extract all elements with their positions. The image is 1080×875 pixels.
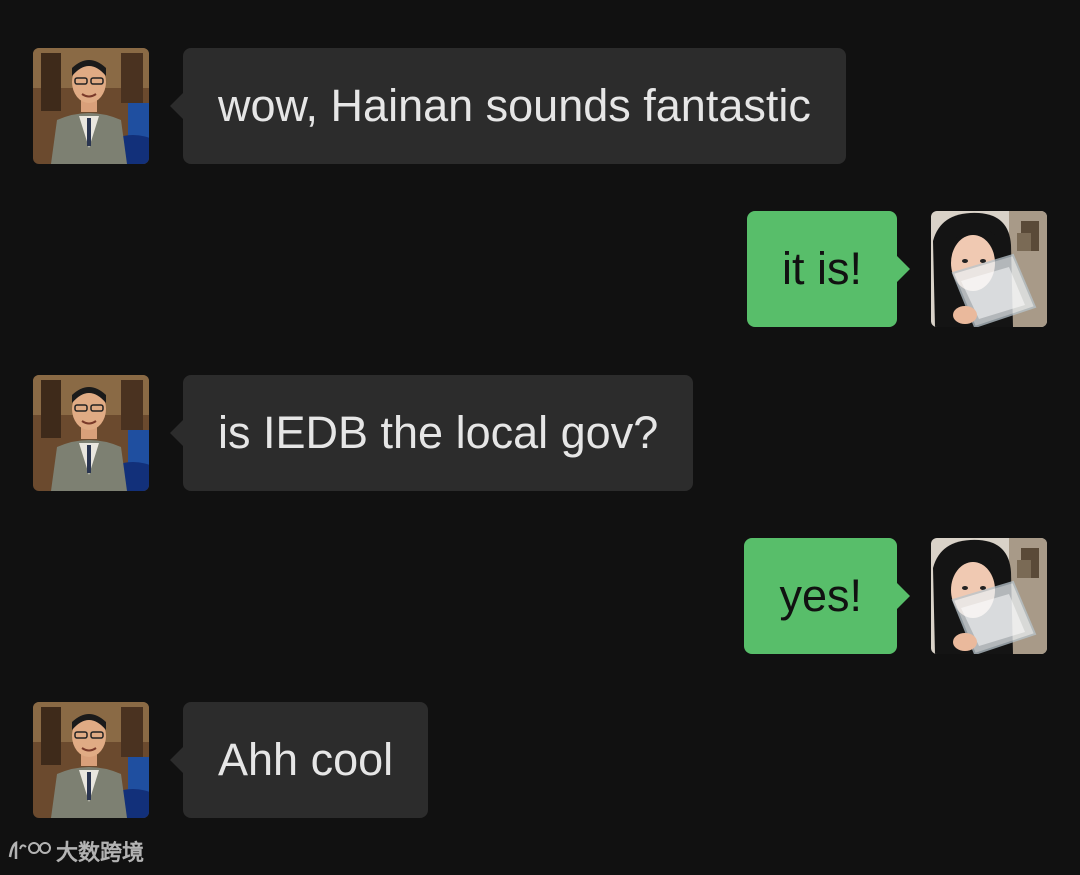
outgoing-message-bubble[interactable]: it is! bbox=[746, 211, 911, 327]
contact-avatar[interactable] bbox=[33, 48, 149, 164]
outgoing-message-bubble[interactable]: yes! bbox=[744, 538, 910, 654]
man-in-suit-avatar-icon bbox=[33, 702, 149, 818]
incoming-message-bubble[interactable]: Ahh cool bbox=[169, 702, 429, 818]
incoming-message-bubble[interactable]: wow, Hainan sounds fantastic bbox=[170, 48, 846, 164]
message-text: yes! bbox=[779, 570, 862, 621]
message-text: is IEDB the local gov? bbox=[218, 407, 659, 458]
message-text: Ahh cool bbox=[218, 734, 394, 785]
watermark: 大数跨境 bbox=[8, 835, 144, 867]
man-in-suit-avatar-icon bbox=[33, 48, 149, 164]
woman-holding-glass-avatar-icon bbox=[931, 538, 1047, 654]
woman-holding-glass-avatar-icon bbox=[931, 211, 1047, 327]
contact-avatar[interactable] bbox=[33, 375, 149, 491]
watermark-logo-icon bbox=[8, 840, 51, 859]
contact-avatar[interactable] bbox=[33, 702, 149, 818]
message-text: it is! bbox=[781, 243, 862, 294]
incoming-message-bubble[interactable]: is IEDB the local gov? bbox=[169, 375, 694, 491]
watermark-text: 大数跨境 bbox=[56, 840, 145, 865]
message-text: wow, Hainan sounds fantastic bbox=[218, 80, 811, 131]
chat-screen: wow, Hainan sounds fantastic it is! is I… bbox=[0, 0, 1080, 875]
man-in-suit-avatar-icon bbox=[33, 375, 149, 491]
my-avatar[interactable] bbox=[931, 211, 1047, 327]
my-avatar[interactable] bbox=[931, 538, 1047, 654]
